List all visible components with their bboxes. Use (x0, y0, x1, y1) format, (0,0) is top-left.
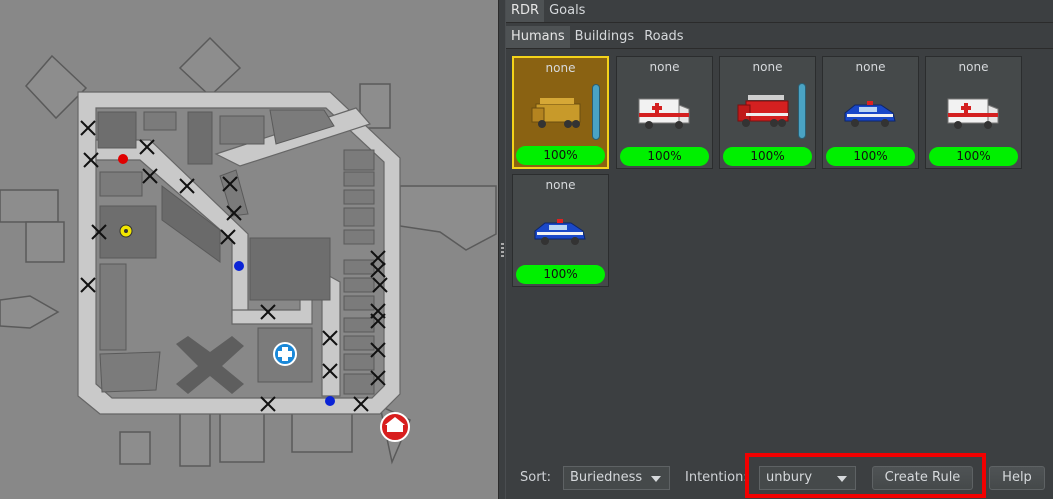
agent-card[interactable]: none 100% (616, 56, 713, 169)
sub-tabs: Humans Buildings Roads (506, 26, 689, 48)
ambulance-icon (638, 98, 690, 129)
health-bar: 100% (516, 265, 605, 284)
chevron-down-icon (651, 476, 661, 482)
health-bar: 100% (826, 147, 915, 166)
agent-caption: none (649, 60, 680, 74)
agent-caption: none (752, 60, 783, 74)
fire-brigade-marker (118, 154, 128, 164)
police-marker (325, 396, 335, 406)
splitter[interactable] (498, 0, 506, 499)
agent-caption: none (958, 60, 989, 74)
intention-label: Intention: (685, 470, 748, 485)
tab-buildings[interactable]: Buildings (570, 26, 640, 48)
agent-card[interactable]: none 100% (719, 56, 816, 169)
tab-rdr[interactable]: RDR (506, 0, 545, 22)
agent-caption: none (545, 178, 576, 192)
water-gauge (798, 83, 806, 139)
health-bar: 100% (516, 146, 605, 165)
police-car-icon (534, 219, 586, 245)
side-panel: RDR Goals Humans Buildings Roads none 10… (506, 0, 1053, 499)
fire-truck-icon (737, 95, 789, 127)
tab-goals[interactable]: Goals (544, 0, 590, 22)
divider (506, 48, 1053, 49)
city-map[interactable] (0, 0, 498, 499)
highlight-box (745, 453, 986, 498)
sort-dropdown[interactable]: Buriedness (563, 466, 670, 490)
divider (506, 22, 1053, 23)
agent-caption: none (545, 61, 576, 75)
map-view[interactable] (0, 0, 498, 499)
health-bar: 100% (620, 147, 709, 166)
water-gauge (592, 84, 600, 140)
agent-caption: none (855, 60, 886, 74)
refuge-icon (273, 342, 297, 366)
top-tabs: RDR Goals (506, 0, 590, 22)
agent-card[interactable]: none 100% (512, 56, 609, 169)
police-car-icon (844, 101, 896, 127)
fire-station-icon (380, 412, 410, 442)
agent-card[interactable]: none 100% (512, 174, 609, 287)
health-bar: 100% (929, 147, 1018, 166)
sort-label: Sort: (520, 470, 552, 485)
splitter-grip[interactable] (501, 243, 504, 257)
police-marker (234, 261, 244, 271)
tab-humans[interactable]: Humans (506, 26, 570, 48)
agent-grid: none 100% none 100% none 100% none 100% … (512, 56, 1032, 288)
agent-card[interactable]: none 100% (822, 56, 919, 169)
ambulance-icon (947, 98, 999, 129)
help-button[interactable]: Help (989, 466, 1045, 490)
health-bar: 100% (723, 147, 812, 166)
fire-truck-icon (531, 98, 581, 128)
sort-value: Buriedness (570, 470, 643, 485)
agent-card[interactable]: none 100% (925, 56, 1022, 169)
tab-roads[interactable]: Roads (639, 26, 688, 48)
